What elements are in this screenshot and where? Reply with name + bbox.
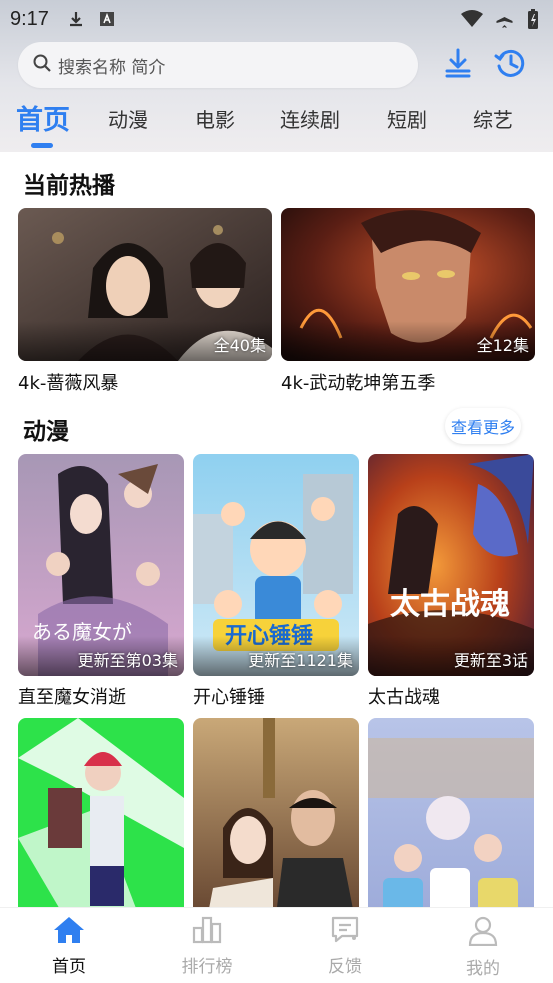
main-content: 当前热播 全40集 4k-蔷薇风暴 全12集 4k-武动乾坤第五季 动漫 查看更… <box>0 152 553 907</box>
episode-badge: 全12集 <box>476 336 529 355</box>
section-title-anime: 动漫 <box>23 419 69 445</box>
home-icon <box>53 916 85 948</box>
poster-image: 全12集 <box>281 208 535 361</box>
anime-card[interactable] <box>18 718 184 907</box>
tabbar-label: 反馈 <box>328 957 362 977</box>
title-label: 4k-蔷薇风暴 <box>18 373 119 394</box>
title-label: 开心锤锤 <box>193 687 265 708</box>
tabbar-feedback[interactable]: 反馈 <box>305 916 385 977</box>
ranking-icon <box>192 916 222 948</box>
poster-art <box>193 718 359 907</box>
airplane-icon <box>495 9 515 29</box>
hot-card[interactable]: 全40集 4k-蔷薇风暴 <box>18 208 272 394</box>
profile-icon <box>468 916 498 950</box>
anime-card[interactable]: 开心锤锤 更新至1121集 开心锤锤 <box>193 454 359 709</box>
download-button[interactable] <box>438 45 478 85</box>
poster-image <box>193 718 359 907</box>
tab-variety[interactable]: 综艺 <box>473 104 513 133</box>
tabbar-label: 我的 <box>466 959 500 979</box>
anime-card[interactable]: ある魔女が 更新至第03集 直至魔女消逝 <box>18 454 184 709</box>
search-icon <box>32 53 52 77</box>
title-label: 太古战魂 <box>368 687 440 708</box>
svg-text:太古战魂: 太古战魂 <box>390 587 510 622</box>
tab-short-drama[interactable]: 短剧 <box>387 104 427 133</box>
poster-image: 全40集 <box>18 208 272 361</box>
tabbar-label: 排行榜 <box>181 957 233 977</box>
poster-image: ある魔女が 更新至第03集 <box>18 454 184 676</box>
poster-image <box>368 718 534 907</box>
tabbar-ranking[interactable]: 排行榜 <box>167 916 247 977</box>
header-area: 9:17 搜索名称 简介 首页 动漫 电影 连续剧 短剧 综艺 <box>0 0 553 152</box>
title-label: 直至魔女消逝 <box>18 687 126 708</box>
history-button[interactable] <box>490 45 530 85</box>
poster-image <box>18 718 184 907</box>
category-tabs: 首页 动漫 电影 连续剧 短剧 综艺 <box>0 96 553 148</box>
episode-badge: 更新至3话 <box>453 651 528 670</box>
tabbar-label: 首页 <box>52 957 86 977</box>
tab-home[interactable]: 首页 <box>16 98 70 137</box>
tab-anime[interactable]: 动漫 <box>108 104 148 133</box>
tabbar-home[interactable]: 首页 <box>29 916 109 977</box>
download-icon <box>442 47 474 83</box>
tab-movies[interactable]: 电影 <box>195 104 235 133</box>
poster-image: 开心锤锤 更新至1121集 <box>193 454 359 676</box>
episode-badge: 更新至第03集 <box>77 651 178 670</box>
view-more-button[interactable]: 查看更多 <box>445 408 522 444</box>
poster-image: 太古战魂 更新至3话 <box>368 454 534 676</box>
font-icon <box>99 11 115 27</box>
anime-card[interactable] <box>193 718 359 907</box>
tabbar-profile[interactable]: 我的 <box>443 916 523 979</box>
feedback-icon <box>330 916 360 948</box>
tab-series[interactable]: 连续剧 <box>280 104 340 133</box>
poster-art <box>18 718 184 907</box>
anime-card[interactable]: 太古战魂 更新至3话 太古战魂 <box>368 454 534 709</box>
poster-art <box>368 718 534 907</box>
status-time: 9:17 <box>10 7 49 30</box>
battery-charging-icon <box>527 8 539 30</box>
status-bar: 9:17 <box>0 0 553 38</box>
title-label: 4k-武动乾坤第五季 <box>281 373 436 394</box>
bottom-tab-bar: 首页 排行榜 反馈 我的 <box>0 907 553 983</box>
search-bar[interactable]: 搜索名称 简介 <box>18 42 418 88</box>
episode-badge: 更新至1121集 <box>248 651 353 670</box>
active-tab-indicator <box>31 143 53 148</box>
episode-badge: 全40集 <box>213 336 266 355</box>
section-title-hot: 当前热播 <box>23 173 115 199</box>
search-placeholder: 搜索名称 简介 <box>58 57 166 78</box>
download-icon <box>67 10 85 28</box>
anime-card[interactable] <box>368 718 534 907</box>
history-icon <box>493 46 527 84</box>
wifi-icon <box>461 10 483 28</box>
hot-card[interactable]: 全12集 4k-武动乾坤第五季 <box>281 208 535 394</box>
